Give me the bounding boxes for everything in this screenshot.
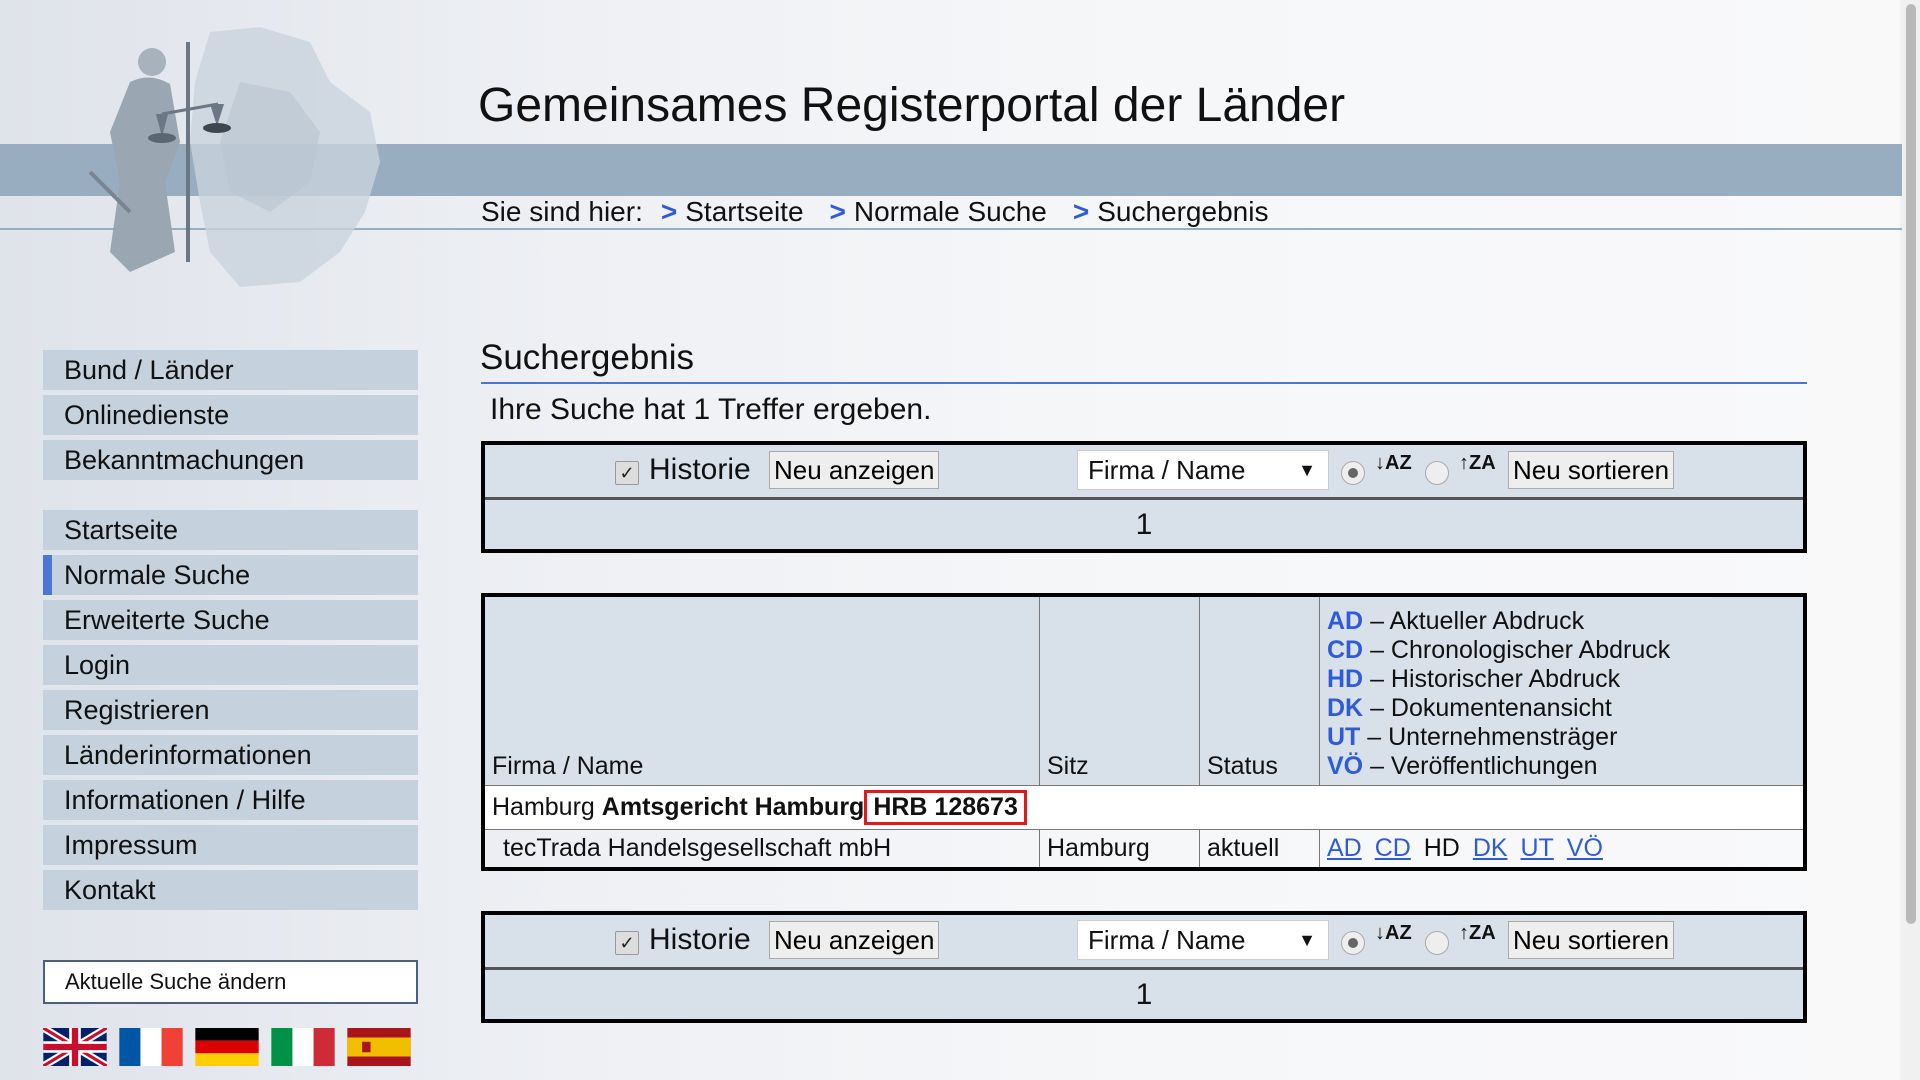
- historie-label: Historie: [649, 923, 751, 956]
- col-header-status: Status: [1199, 594, 1320, 786]
- breadcrumb-normale-suche[interactable]: > Normale Suche: [830, 196, 1047, 228]
- sort-desc-icon: ↑ZA: [1459, 922, 1496, 944]
- col-header-sitz: Sitz: [1039, 594, 1200, 786]
- result-controls-top: ✓ Historie Neu anzeigen Firma / Name ▼ ↓A…: [481, 441, 1807, 553]
- sort-field-select[interactable]: Firma / Name ▼: [1077, 920, 1329, 960]
- breadcrumb-suchergebnis: > Suchergebnis: [1072, 196, 1269, 227]
- sort-field-select[interactable]: Firma / Name ▼: [1077, 450, 1329, 490]
- sidebar-item-laenderinformationen[interactable]: Länderinformationen: [43, 735, 418, 775]
- breadcrumb-arrow-icon: >: [829, 196, 846, 227]
- breadcrumb-label: Sie sind hier:: [481, 196, 643, 227]
- dropdown-arrow-icon: ▼: [1298, 930, 1316, 950]
- table-row: tecTrada Handelsgesellschaft mbH Hamburg…: [482, 829, 1806, 870]
- sort-desc-radio[interactable]: [1425, 461, 1449, 485]
- cell-doc-links: AD CD HD DK UT VÖ: [1319, 829, 1806, 870]
- breadcrumb-arrow-icon: >: [660, 196, 678, 227]
- doc-link-vo[interactable]: VÖ: [1567, 834, 1603, 862]
- cell-firma: tecTrada Handelsgesellschaft mbH: [482, 829, 1040, 870]
- sort-asc-radio[interactable]: [1341, 461, 1365, 485]
- sidebar-group-secondary: Startseite Normale Suche Erweiterte Such…: [43, 510, 418, 915]
- spain-flag-icon[interactable]: [347, 1028, 411, 1066]
- sort-asc-icon: ↓AZ: [1375, 922, 1412, 944]
- sidebar-item-erweiterte-suche[interactable]: Erweiterte Suche: [43, 600, 418, 640]
- page-number[interactable]: 1: [485, 970, 1803, 1019]
- neu-anzeigen-button[interactable]: Neu anzeigen: [769, 451, 940, 489]
- sort-desc-radio[interactable]: [1425, 931, 1449, 955]
- doc-link-dk[interactable]: DK: [1473, 834, 1508, 862]
- sidebar-item-bund-laender[interactable]: Bund / Länder: [43, 350, 418, 390]
- historie-checkbox[interactable]: ✓: [615, 931, 639, 955]
- france-flag-icon[interactable]: [119, 1028, 183, 1066]
- breadcrumb-startseite[interactable]: > Startseite: [661, 196, 804, 228]
- sidebar-item-kontakt[interactable]: Kontakt: [43, 870, 418, 910]
- result-controls-bottom: ✓ Historie Neu anzeigen Firma / Name ▼ ↓A…: [481, 911, 1807, 1023]
- controls-row: ✓ Historie Neu anzeigen Firma / Name ▼ ↓A…: [485, 915, 1803, 970]
- historie-checkbox[interactable]: ✓: [615, 461, 639, 485]
- court-name: Amtsgericht Hamburg: [601, 793, 865, 821]
- heading-rule: [481, 382, 1807, 384]
- doc-hd-plain: HD: [1423, 834, 1460, 862]
- vertical-scrollbar[interactable]: [1902, 0, 1920, 1080]
- sidebar-item-informationen-hilfe[interactable]: Informationen / Hilfe: [43, 780, 418, 820]
- language-flags: [43, 1028, 411, 1066]
- doc-link-cd[interactable]: CD: [1375, 834, 1411, 862]
- legend-hd: HD – Historischer Abdruck: [1327, 665, 1621, 693]
- legend-vo: VÖ – Veröffentlichungen: [1327, 752, 1598, 780]
- col-header-firma: Firma / Name: [482, 594, 1040, 786]
- sidebar-item-onlinedienste[interactable]: Onlinedienste: [43, 395, 418, 435]
- sidebar-item-impressum[interactable]: Impressum: [43, 825, 418, 865]
- dropdown-arrow-icon: ▼: [1298, 460, 1316, 480]
- legend-cd: CD – Chronologischer Abdruck: [1327, 636, 1671, 664]
- results-heading: Suchergebnis: [480, 338, 695, 377]
- sidebar-item-bekanntmachungen[interactable]: Bekanntmachungen: [43, 440, 418, 480]
- result-count: Ihre Suche hat 1 Treffer ergeben.: [490, 393, 932, 426]
- germany-flag-icon[interactable]: [195, 1028, 259, 1066]
- change-search-button[interactable]: Aktuelle Suche ändern: [43, 960, 418, 1004]
- sidebar-item-login[interactable]: Login: [43, 645, 418, 685]
- justitia-logo: [88, 27, 380, 287]
- italy-flag-icon[interactable]: [271, 1028, 335, 1066]
- cell-sitz: Hamburg: [1039, 829, 1200, 870]
- controls-row: ✓ Historie Neu anzeigen Firma / Name ▼ ↓A…: [485, 445, 1803, 500]
- sort-asc-radio[interactable]: [1341, 931, 1365, 955]
- neu-sortieren-button[interactable]: Neu sortieren: [1508, 921, 1675, 959]
- page-title: Gemeinsames Registerportal der Länder: [478, 79, 1346, 132]
- results-table: Firma / Name Sitz Status AD – Aktueller …: [481, 593, 1807, 871]
- breadcrumb-arrow-icon: >: [1072, 196, 1090, 227]
- cell-status: aktuell: [1199, 829, 1320, 870]
- court-prefix: Hamburg: [492, 793, 595, 821]
- sort-desc-icon: ↑ZA: [1459, 452, 1496, 474]
- sidebar-item-registrieren[interactable]: Registrieren: [43, 690, 418, 730]
- sidebar-group-primary: Bund / Länder Onlinedienste Bekanntmachu…: [43, 350, 418, 485]
- register-number: HRB 128673: [864, 790, 1027, 825]
- sort-asc-icon: ↓AZ: [1375, 452, 1412, 474]
- page-number[interactable]: 1: [485, 500, 1803, 549]
- legend-cell: AD – Aktueller Abdruck CD – Chronologisc…: [1319, 594, 1806, 786]
- legend-ut: UT – Unternehmensträger: [1327, 723, 1618, 751]
- legend-dk: DK – Dokumentenansicht: [1327, 694, 1612, 722]
- doc-link-ut[interactable]: UT: [1521, 834, 1554, 862]
- sidebar-item-normale-suche[interactable]: Normale Suche: [43, 555, 418, 595]
- historie-label: Historie: [649, 453, 751, 486]
- legend-ad: AD – Aktueller Abdruck: [1327, 607, 1585, 635]
- neu-anzeigen-button[interactable]: Neu anzeigen: [769, 921, 940, 959]
- scrollbar-thumb[interactable]: [1906, 4, 1916, 924]
- sidebar-item-startseite[interactable]: Startseite: [43, 510, 418, 550]
- neu-sortieren-button[interactable]: Neu sortieren: [1508, 451, 1675, 489]
- doc-link-ad[interactable]: AD: [1327, 834, 1362, 862]
- court-row: Hamburg Amtsgericht Hamburg HRB 128673: [482, 785, 1806, 830]
- uk-flag-icon[interactable]: [43, 1028, 107, 1066]
- breadcrumb: Sie sind hier: > Startseite > Normale Such…: [481, 196, 1294, 228]
